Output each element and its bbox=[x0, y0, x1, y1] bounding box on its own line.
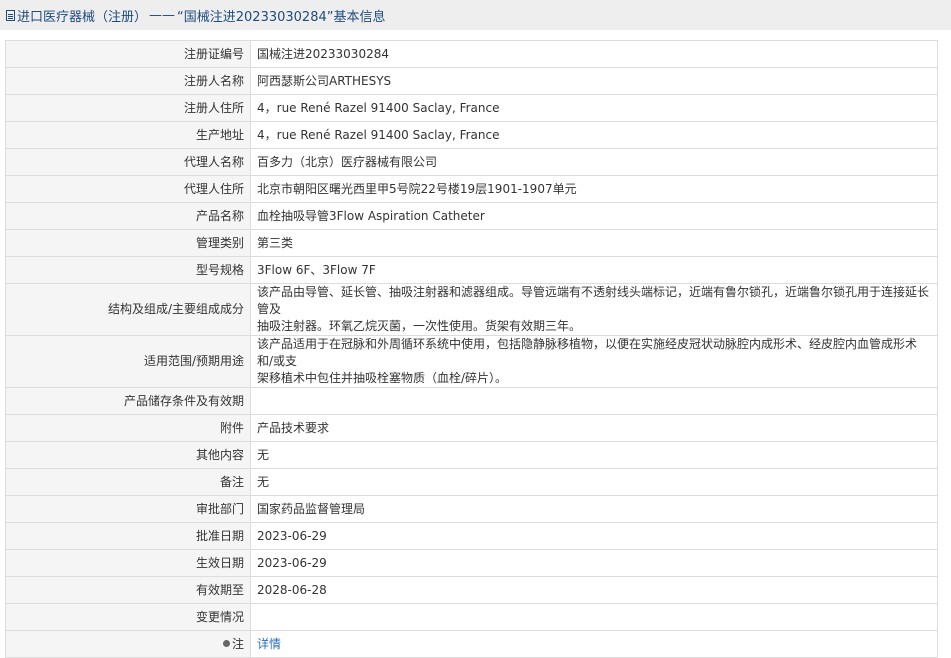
table-row: 代理人住所 北京市朝阳区曙光西里甲5号院22号楼19层1901-1907单元 bbox=[5, 175, 938, 203]
row-value bbox=[250, 387, 938, 415]
row-value: 2028-06-28 bbox=[250, 576, 938, 604]
row-value-line: 该产品适用于在冠脉和外周循环系统中使用，包括隐静脉移植物，以便在实施经皮冠状动脉… bbox=[257, 337, 918, 368]
page-title: “国械注进20233030284”基本信息 bbox=[177, 9, 386, 25]
row-value: 国家药品监督管理局 bbox=[250, 495, 938, 523]
row-label: 生效日期 bbox=[5, 549, 251, 577]
table-row: 审批部门 国家药品监督管理局 bbox=[5, 495, 938, 523]
lightbulb-icon bbox=[222, 639, 230, 647]
row-label: 代理人名称 bbox=[5, 148, 251, 176]
row-value: 北京市朝阳区曙光西里甲5号院22号楼19层1901-1907单元 bbox=[250, 175, 938, 203]
table-row: 产品储存条件及有效期 bbox=[5, 387, 938, 415]
row-label: 备注 bbox=[5, 468, 251, 496]
row-label: 代理人住所 bbox=[5, 175, 251, 203]
row-value: 百多力（北京）医疗器械有限公司 bbox=[250, 148, 938, 176]
row-value: 2023-06-29 bbox=[250, 522, 938, 550]
table-row: 注册证编号 国械注进20233030284 bbox=[5, 40, 938, 68]
row-label: 其他内容 bbox=[5, 441, 251, 469]
table-row: 其他内容 无 bbox=[5, 441, 938, 469]
row-label: 生产地址 bbox=[5, 121, 251, 149]
row-value: 4，rue René Razel 91400 Saclay, France bbox=[250, 94, 938, 122]
row-label: 有效期至 bbox=[5, 576, 251, 604]
row-label: 附件 bbox=[5, 414, 251, 442]
row-value: 详情 bbox=[250, 630, 938, 658]
table-row: 备注 无 bbox=[5, 468, 938, 496]
row-value: 无 bbox=[250, 441, 938, 469]
table-row: 代理人名称 百多力（北京）医疗器械有限公司 bbox=[5, 148, 938, 176]
row-value: 4，rue René Razel 91400 Saclay, France bbox=[250, 121, 938, 149]
row-value: 阿西瑟斯公司ARTHESYS bbox=[250, 67, 938, 95]
row-label: 产品储存条件及有效期 bbox=[5, 387, 251, 415]
row-value: 国械注进20233030284 bbox=[250, 40, 938, 68]
table-row: 适用范围/预期用途 该产品适用于在冠脉和外周循环系统中使用，包括隐静脉移植物，以… bbox=[5, 335, 938, 388]
document-icon bbox=[6, 9, 15, 21]
note-label: 注 bbox=[231, 636, 244, 651]
table-row: 批准日期 2023-06-29 bbox=[5, 522, 938, 550]
row-label: 注册人住所 bbox=[5, 94, 251, 122]
page-header: 进口医疗器械（注册） —— “国械注进20233030284”基本信息 bbox=[0, 0, 951, 30]
row-label: 注 bbox=[5, 630, 251, 658]
table-row: 附件 产品技术要求 bbox=[5, 414, 938, 442]
table-row: 型号规格 3Flow 6F、3Flow 7F bbox=[5, 256, 938, 284]
row-label: 变更情况 bbox=[5, 603, 251, 631]
table-row: 结构及组成/主要组成成分 该产品由导管、延长管、抽吸注射器和滤器组成。导管远端有… bbox=[5, 283, 938, 336]
row-value: 无 bbox=[250, 468, 938, 496]
row-label: 批准日期 bbox=[5, 522, 251, 550]
row-label: 审批部门 bbox=[5, 495, 251, 523]
row-value: 第三类 bbox=[250, 229, 938, 257]
table-row: 生效日期 2023-06-29 bbox=[5, 549, 938, 577]
row-value: 3Flow 6F、3Flow 7F bbox=[250, 256, 938, 284]
row-label: 注册人名称 bbox=[5, 67, 251, 95]
row-value bbox=[250, 603, 938, 631]
row-label: 产品名称 bbox=[5, 202, 251, 230]
row-label: 型号规格 bbox=[5, 256, 251, 284]
row-label: 适用范围/预期用途 bbox=[5, 335, 251, 388]
table-row: 管理类别 第三类 bbox=[5, 229, 938, 257]
table-row: 产品名称 血栓抽吸导管3Flow Aspiration Catheter bbox=[5, 202, 938, 230]
table-row: 生产地址 4，rue René Razel 91400 Saclay, Fran… bbox=[5, 121, 938, 149]
row-value-line: 抽吸注射器。环氧乙烷灭菌，一次性使用。货架有效期三年。 bbox=[257, 319, 582, 333]
row-value: 产品技术要求 bbox=[250, 414, 938, 442]
row-label: 管理类别 bbox=[5, 229, 251, 257]
breadcrumb-separator: —— bbox=[149, 7, 176, 23]
row-value: 该产品由导管、延长管、抽吸注射器和滤器组成。导管远端有不透射线头端标记，近端有鲁… bbox=[250, 283, 938, 336]
info-table: 注册证编号 国械注进20233030284 注册人名称 阿西瑟斯公司ARTHES… bbox=[5, 40, 938, 658]
row-value-line: 该产品由导管、延长管、抽吸注射器和滤器组成。导管远端有不透射线头端标记，近端有鲁… bbox=[257, 285, 930, 316]
details-link[interactable]: 详情 bbox=[257, 637, 281, 651]
table-row: 有效期至 2028-06-28 bbox=[5, 576, 938, 604]
table-row: 注 详情 bbox=[5, 630, 938, 658]
row-label: 注册证编号 bbox=[5, 40, 251, 68]
table-row: 注册人名称 阿西瑟斯公司ARTHESYS bbox=[5, 67, 938, 95]
row-label: 结构及组成/主要组成成分 bbox=[5, 283, 251, 336]
row-value-line: 架移植术中包住并抽吸栓塞物质（血栓/碎片）。 bbox=[257, 371, 508, 385]
row-value: 血栓抽吸导管3Flow Aspiration Catheter bbox=[250, 202, 938, 230]
row-value: 该产品适用于在冠脉和外周循环系统中使用，包括隐静脉移植物，以便在实施经皮冠状动脉… bbox=[250, 335, 938, 388]
row-value: 2023-06-29 bbox=[250, 549, 938, 577]
table-row: 注册人住所 4，rue René Razel 91400 Saclay, Fra… bbox=[5, 94, 938, 122]
table-row: 变更情况 bbox=[5, 603, 938, 631]
breadcrumb-link[interactable]: 进口医疗器械（注册） bbox=[17, 6, 147, 25]
